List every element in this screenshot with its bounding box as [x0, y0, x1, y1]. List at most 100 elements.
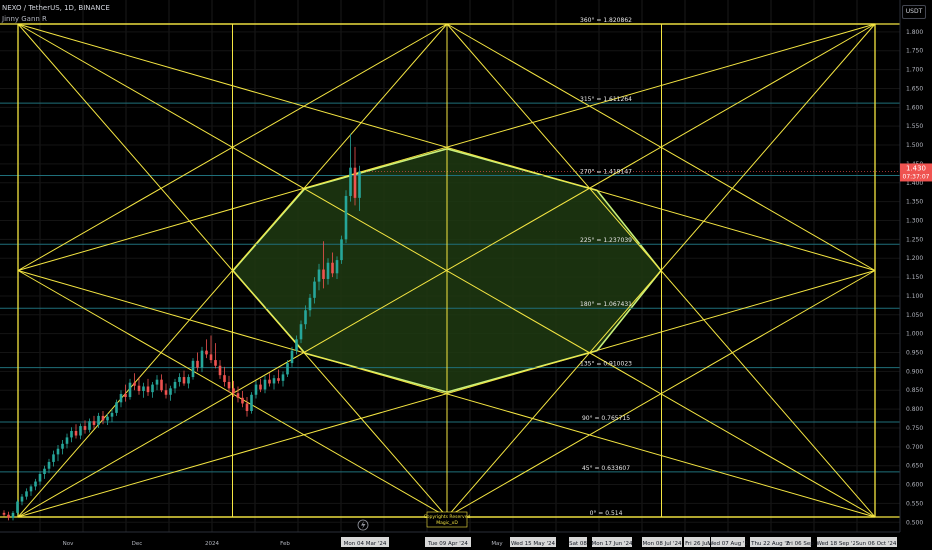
candle-body — [254, 384, 258, 395]
candle-body — [160, 379, 163, 391]
candle-body — [65, 437, 69, 444]
time-tick-label: Wed 15 May '24 — [511, 541, 556, 547]
price-tick-label: 1.500 — [906, 142, 923, 149]
price-tick-label: 0.850 — [906, 387, 923, 394]
candle-body — [178, 377, 181, 382]
candle-body — [232, 388, 235, 394]
price-tick-label: 1.300 — [906, 217, 923, 224]
price-tick-label: 1.350 — [906, 199, 923, 206]
candle-body — [358, 171, 361, 198]
time-tick-label: Mon 17 Jun '24 — [592, 541, 633, 547]
candle-body — [200, 350, 204, 368]
candle-body — [191, 360, 195, 378]
gann-level-label: 360° = 1.820862 — [580, 17, 632, 24]
candle-body — [344, 195, 348, 240]
price-tick-label: 0.600 — [906, 482, 923, 489]
candle-body — [236, 393, 240, 398]
price-tick-label: 0.700 — [906, 444, 923, 451]
indicator-label[interactable]: Jinny Gann R — [2, 15, 47, 23]
time-tick-label: 2024 — [205, 541, 219, 547]
candle-body — [56, 448, 60, 455]
price-tick-label: 0.800 — [906, 406, 923, 413]
price-tick-label: 0.900 — [906, 368, 923, 375]
time-tick-label: Feb — [280, 541, 290, 547]
candle-body — [2, 512, 6, 515]
candle-body — [151, 384, 154, 393]
candle-body — [340, 239, 343, 261]
price-tick-label: 1.600 — [906, 104, 923, 111]
gann-level-label: 225° = 1.237039 — [580, 237, 632, 244]
candle-body — [7, 514, 10, 518]
candle-body — [209, 354, 213, 361]
candle-body — [61, 443, 64, 449]
gann-level-label: 0° = 0.514 — [590, 510, 623, 517]
time-tick-label: Fri 26 Jul — [685, 541, 709, 547]
candle-body — [79, 426, 82, 436]
countdown-timer: 07:37:07 — [903, 173, 930, 180]
candle-body — [106, 416, 109, 421]
candle-body — [38, 473, 42, 482]
gann-chart[interactable]: 360° = 1.820862 315° = 1.611264 270° = 1.4… — [0, 0, 932, 550]
time-tick-label: Sun 06 Oct '24 — [856, 541, 897, 547]
candle-body — [137, 385, 141, 392]
currency-selector[interactable]: USDT — [902, 5, 926, 19]
candle-body — [142, 386, 145, 392]
watermark-line1: Copyrights Reserved — [424, 514, 471, 520]
candle-body — [52, 454, 55, 462]
candle-body — [326, 262, 330, 279]
candle-body — [205, 350, 208, 355]
price-tick-label: 1.150 — [906, 274, 923, 281]
time-axis[interactable]: Nov Dec 2024 Feb Mon 04 Mar '24 Tue 09 Apr '2… — [0, 531, 900, 550]
candle-body — [155, 379, 159, 385]
price-tick-label: 0.650 — [906, 463, 923, 470]
candle-body — [245, 403, 249, 411]
gann-level-label: 315° = 1.611264 — [580, 96, 632, 103]
candle-body — [272, 378, 276, 384]
candle-body — [214, 360, 217, 366]
candle-body — [290, 350, 294, 364]
candle-body — [88, 421, 91, 430]
time-tick-label: Mon 08 Jul '24 — [643, 541, 682, 547]
symbol-title[interactable]: NEXO / TetherUS, 1D, BINANCE — [2, 4, 110, 12]
current-price-tag: 1.430 07:37:07 — [900, 163, 932, 182]
price-tick-label: 1.100 — [906, 293, 923, 300]
price-tick-label: 0.500 — [906, 519, 923, 526]
candle-body — [223, 375, 226, 382]
candle-body — [146, 386, 150, 393]
candle-body — [169, 388, 172, 395]
candle-body — [227, 381, 231, 389]
price-tick-label: 0.550 — [906, 500, 923, 507]
price-axis[interactable]: 1.8001.7501.7001.6501.6001.5501.5001.450… — [899, 0, 932, 550]
candle-body — [16, 501, 19, 513]
price-tick-label: 1.550 — [906, 123, 923, 130]
candle-body — [335, 260, 339, 274]
price-tick-label: 1.050 — [906, 312, 923, 319]
price-tick-label: 1.800 — [906, 29, 923, 36]
candle-body — [47, 461, 51, 469]
candle-body — [259, 384, 262, 390]
candle-body — [299, 324, 303, 340]
candle-body — [173, 381, 177, 389]
candle-body — [353, 167, 357, 198]
candle-body — [164, 390, 168, 395]
candle-body — [83, 426, 87, 430]
candle-body — [11, 512, 15, 518]
candle-body — [97, 415, 100, 425]
candle-body — [250, 394, 253, 411]
price-tick-label: 1.000 — [906, 331, 923, 338]
candle-body — [295, 339, 298, 351]
time-tick-label: Nov — [63, 541, 74, 547]
time-tick-label: May — [491, 541, 503, 547]
time-tick-label: Mon 04 Mar '24 — [344, 541, 387, 547]
time-tick-label: Wed 18 Sep '24 — [816, 541, 860, 547]
candle-body — [133, 382, 136, 386]
time-tick-label: Fri 06 Sep — [786, 541, 814, 547]
price-tick-label: 0.950 — [906, 350, 923, 357]
candle-body — [286, 363, 289, 375]
candle-body — [196, 360, 199, 368]
candle-body — [281, 374, 285, 381]
time-tick-label: Wed 07 Aug '2 — [708, 541, 748, 547]
watermark: Copyrights Reserved Magic_xD — [424, 511, 471, 528]
candle-body — [128, 382, 132, 398]
price-tick-label: 0.750 — [906, 425, 923, 432]
